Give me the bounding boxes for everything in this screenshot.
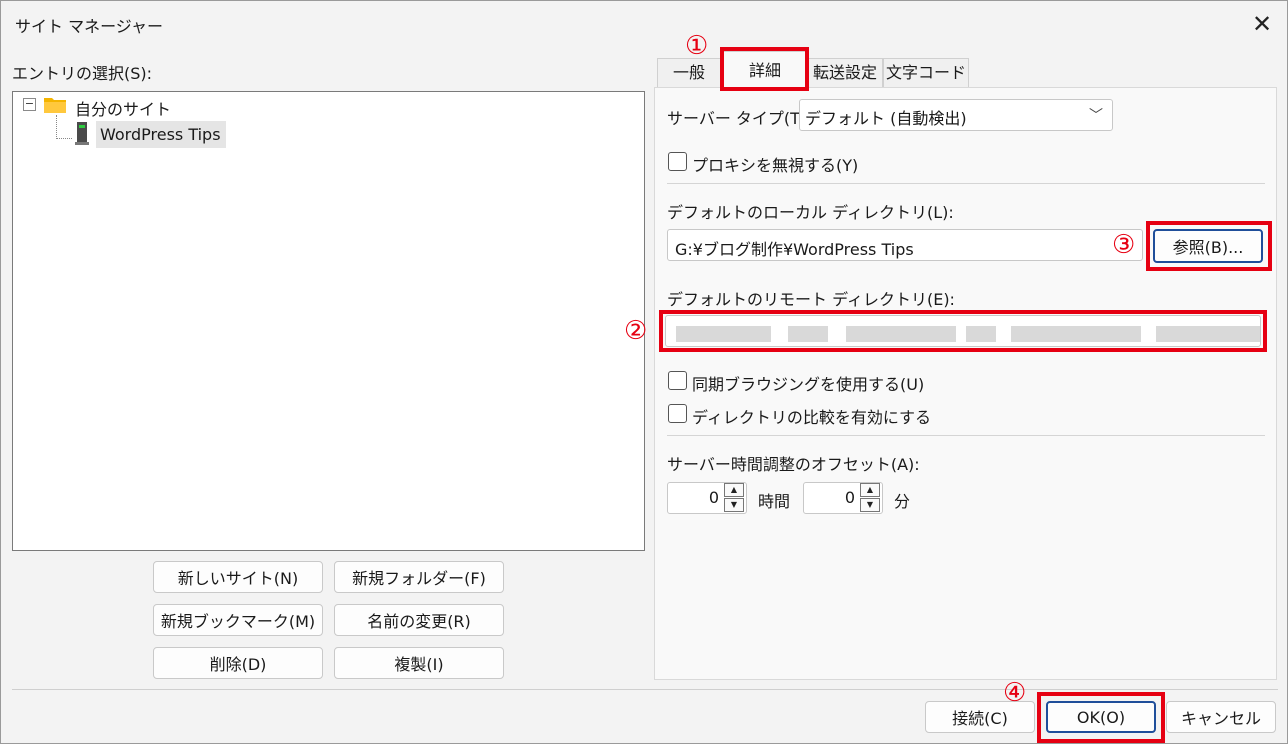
minutes-value: 0 bbox=[844, 488, 855, 507]
tree-line bbox=[56, 138, 72, 139]
annotation-number-2: ② bbox=[624, 316, 648, 346]
entry-select-label: エントリの選択(S): bbox=[12, 64, 153, 83]
server-icon bbox=[75, 122, 89, 145]
hours-up-icon[interactable]: ▲ bbox=[724, 483, 744, 497]
minutes-unit: 分 bbox=[894, 492, 911, 511]
title-bar bbox=[1, 1, 1288, 47]
delete-button[interactable]: 削除(D) bbox=[153, 647, 323, 679]
divider bbox=[667, 435, 1265, 436]
tab-transfer-settings[interactable]: 転送設定 bbox=[807, 58, 883, 88]
cancel-button[interactable]: キャンセル bbox=[1166, 701, 1276, 733]
duplicate-button[interactable]: 複製(I) bbox=[334, 647, 504, 679]
browse-button[interactable]: 参照(B)... bbox=[1153, 229, 1263, 263]
local-dir-label: デフォルトのローカル ディレクトリ(L): bbox=[667, 203, 954, 222]
hours-value: 0 bbox=[708, 488, 719, 507]
collapse-toggle-icon[interactable]: − bbox=[23, 98, 36, 111]
folder-icon bbox=[44, 98, 66, 113]
divider bbox=[12, 689, 1278, 690]
close-icon[interactable]: ✕ bbox=[1247, 9, 1277, 39]
remote-dir-input[interactable] bbox=[665, 315, 1261, 347]
site-manager-window: サイト マネージャー ✕ エントリの選択(S): − 自分のサイト WordPr… bbox=[0, 0, 1288, 744]
hours-down-icon[interactable]: ▼ bbox=[724, 498, 744, 512]
minutes-down-icon[interactable]: ▼ bbox=[860, 498, 880, 512]
annotation-box-1 bbox=[720, 47, 809, 91]
annotation-number-4: ④ bbox=[1003, 678, 1027, 708]
bypass-proxy-label: プロキシを無視する(Y) bbox=[692, 156, 859, 175]
tree-line bbox=[56, 115, 57, 139]
dir-compare-checkbox[interactable] bbox=[668, 404, 687, 423]
rename-button[interactable]: 名前の変更(R) bbox=[334, 604, 504, 636]
tree-folder-label[interactable]: 自分のサイト bbox=[75, 96, 171, 120]
tree-site-label[interactable]: WordPress Tips bbox=[100, 125, 221, 144]
ok-button[interactable]: OK(O) bbox=[1046, 701, 1156, 733]
dir-compare-label: ディレクトリの比較を有効にする bbox=[692, 408, 932, 427]
bypass-proxy-checkbox[interactable] bbox=[668, 152, 687, 171]
chevron-down-icon: ﹀ bbox=[1089, 108, 1103, 124]
tab-general[interactable]: 一般 bbox=[657, 58, 721, 88]
server-type-label: サーバー タイプ(T): bbox=[667, 109, 812, 128]
window-title: サイト マネージャー bbox=[15, 17, 163, 36]
sync-browsing-checkbox[interactable] bbox=[668, 371, 687, 390]
annotation-number-3: ③ bbox=[1112, 230, 1136, 260]
divider bbox=[667, 183, 1265, 184]
minutes-up-icon[interactable]: ▲ bbox=[860, 483, 880, 497]
tab-charset[interactable]: 文字コード bbox=[883, 58, 969, 88]
remote-dir-label: デフォルトのリモート ディレクトリ(E): bbox=[667, 290, 955, 309]
hours-unit: 時間 bbox=[758, 492, 791, 511]
server-type-value: デフォルト (自動検出) bbox=[805, 109, 967, 128]
sync-browsing-label: 同期ブラウジングを使用する(U) bbox=[692, 375, 925, 394]
annotation-number-1: ① bbox=[685, 31, 709, 61]
site-tree[interactable] bbox=[12, 91, 645, 551]
local-dir-value: G:¥ブログ制作¥WordPress Tips bbox=[675, 240, 914, 259]
time-offset-label: サーバー時間調整のオフセット(A): bbox=[667, 455, 920, 474]
new-site-button[interactable]: 新しいサイト(N) bbox=[153, 561, 323, 593]
new-bookmark-button[interactable]: 新規ブックマーク(M) bbox=[153, 604, 323, 636]
new-folder-button[interactable]: 新規フォルダー(F) bbox=[334, 561, 504, 593]
